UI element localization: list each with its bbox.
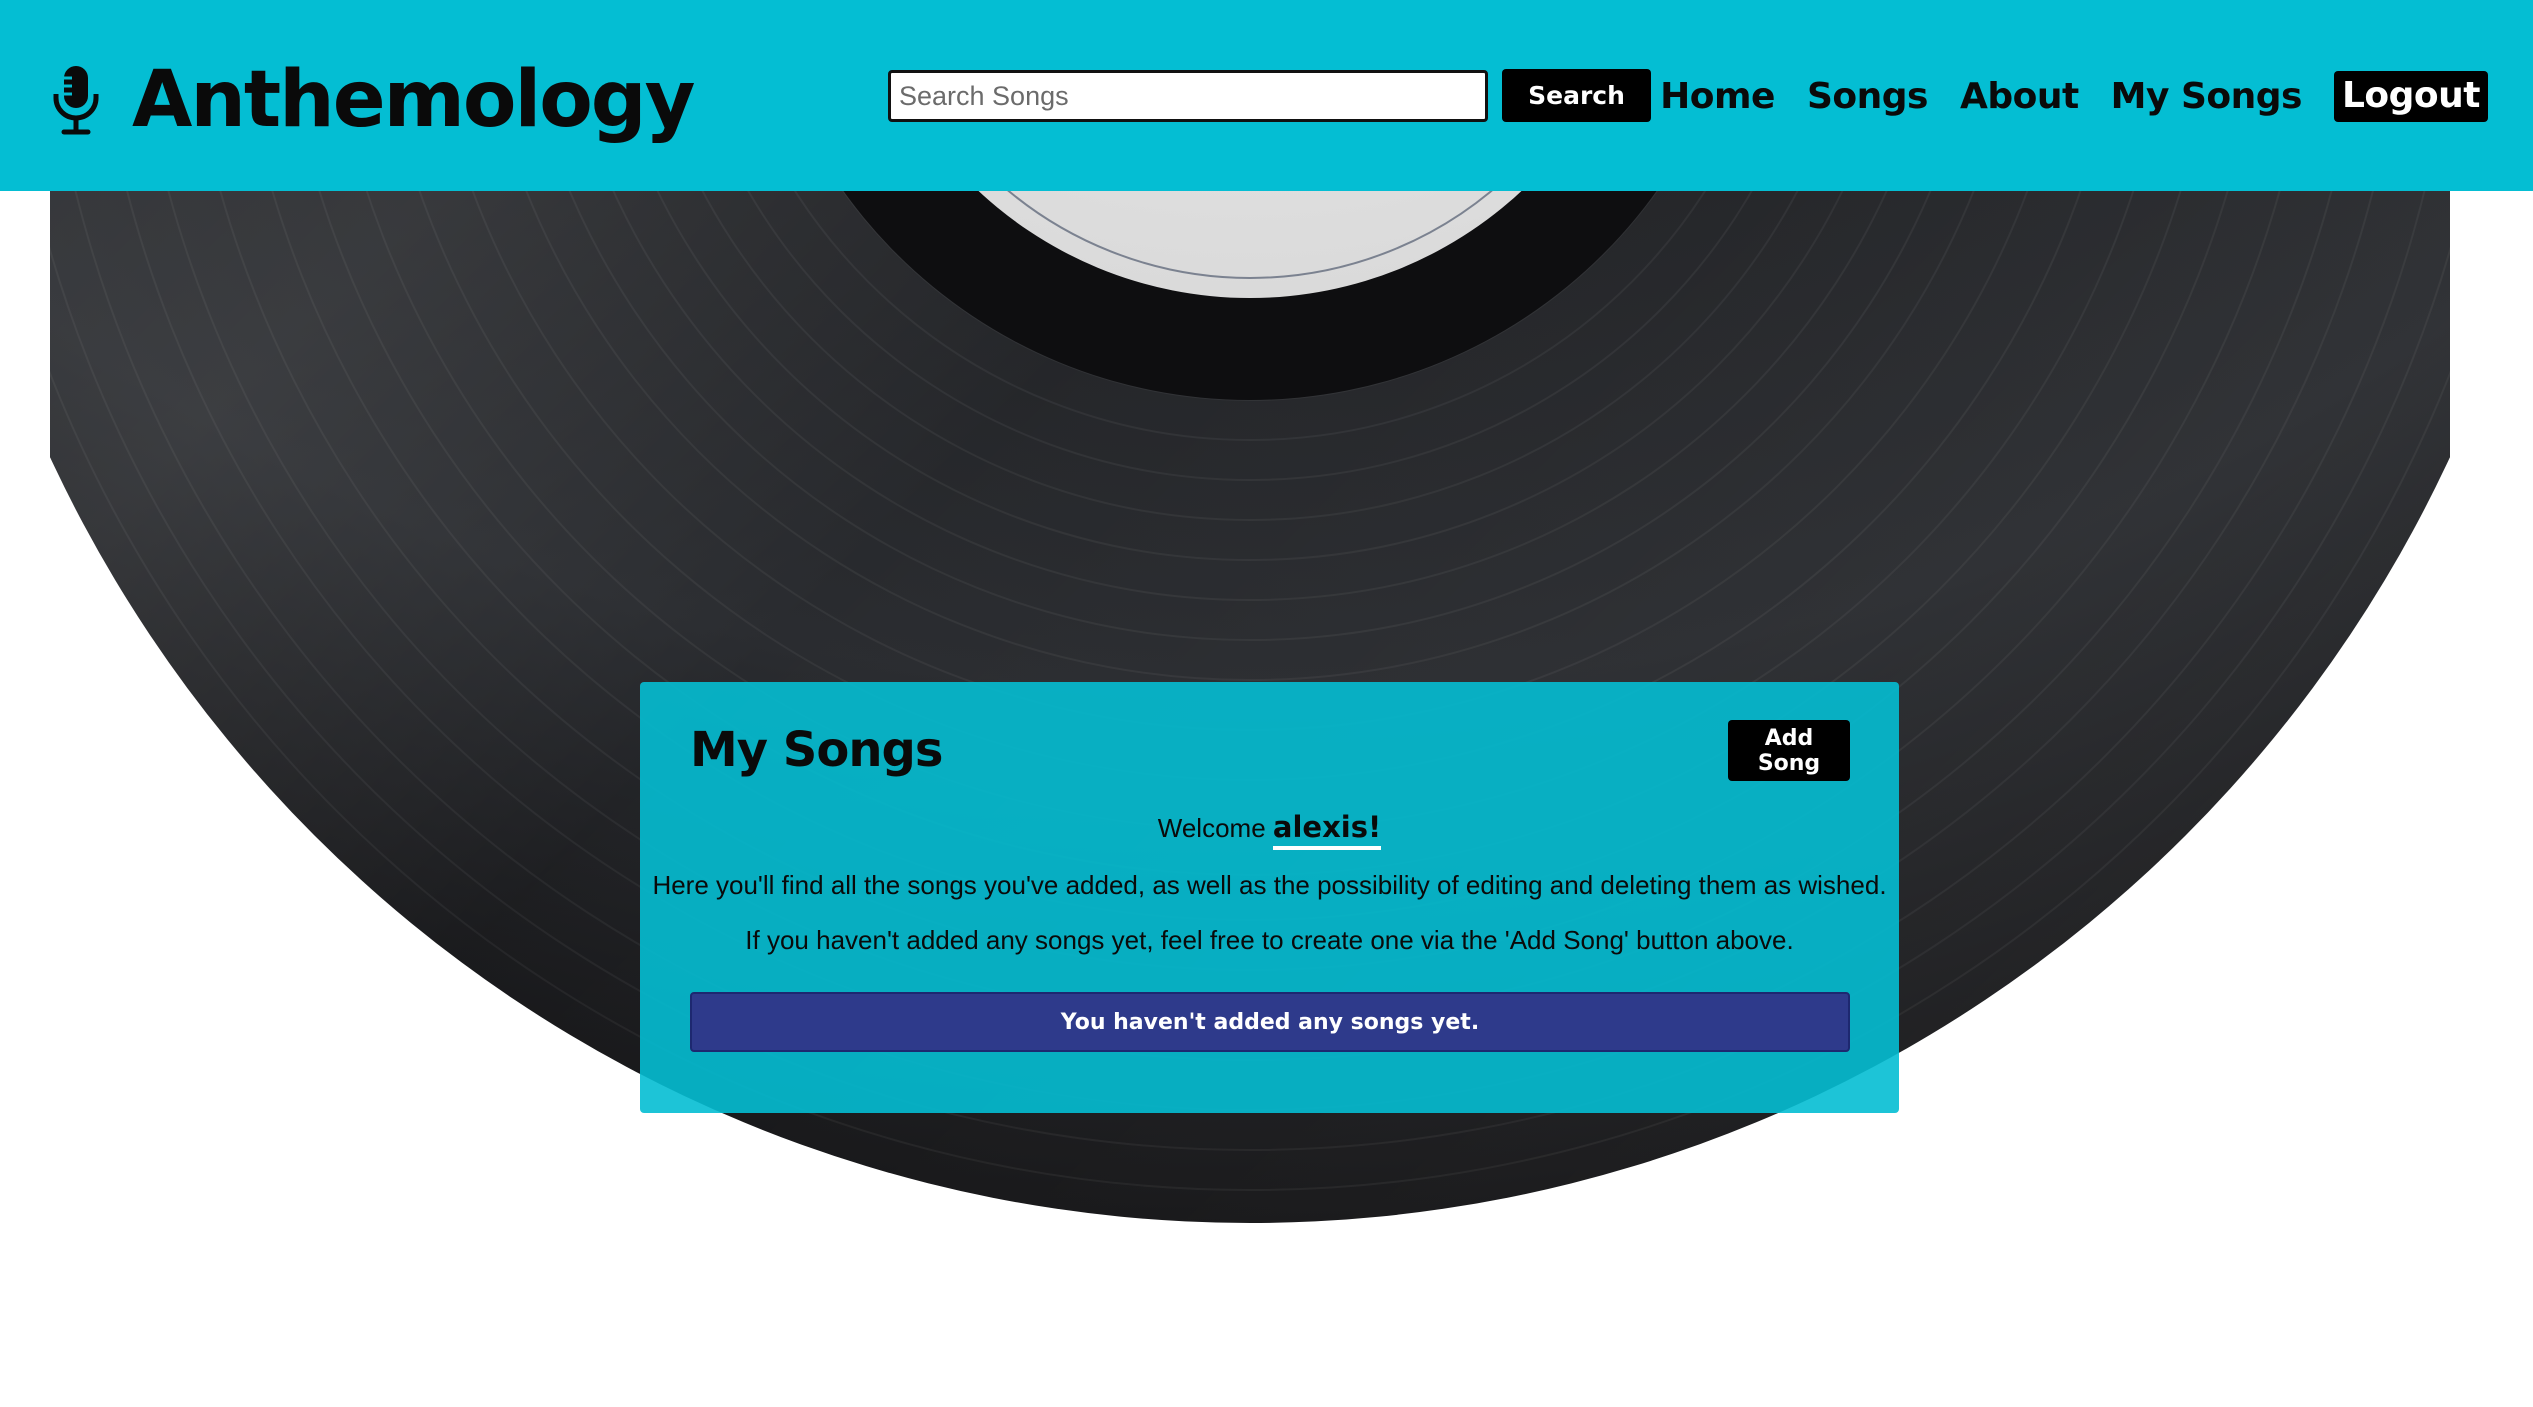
description-text: Here you'll find all the songs you've ad… bbox=[652, 870, 1887, 900]
page-title: My Songs bbox=[690, 722, 943, 778]
welcome-message: Welcome alexis! bbox=[640, 810, 1899, 850]
nav-about-link[interactable]: About bbox=[1960, 76, 2079, 117]
brand-name[interactable]: Anthemology bbox=[132, 55, 695, 145]
nav-my-songs-link[interactable]: My Songs bbox=[2111, 76, 2303, 117]
search-input[interactable] bbox=[888, 70, 1488, 122]
nav-home-link[interactable]: Home bbox=[1660, 76, 1775, 117]
main-nav: Home Songs About My Songs Logout bbox=[1628, 68, 2488, 124]
logout-button[interactable]: Logout bbox=[2333, 70, 2488, 122]
brand-logo[interactable]: Anthemology bbox=[50, 50, 695, 150]
my-songs-card: My Songs Add Song Welcome alexis! Here y… bbox=[640, 682, 1899, 1113]
top-navbar: Anthemology Search Home Songs About My S… bbox=[0, 0, 2533, 191]
welcome-prefix: Welcome bbox=[1157, 813, 1266, 843]
username: alexis! bbox=[1272, 810, 1382, 850]
nav-songs-link[interactable]: Songs bbox=[1807, 76, 1929, 117]
microphone-icon bbox=[53, 66, 99, 135]
instruction-text: If you haven't added any songs yet, feel… bbox=[745, 925, 1794, 955]
empty-songs-alert: You haven't added any songs yet. bbox=[690, 992, 1850, 1052]
add-song-button[interactable]: Add Song bbox=[1728, 720, 1850, 781]
